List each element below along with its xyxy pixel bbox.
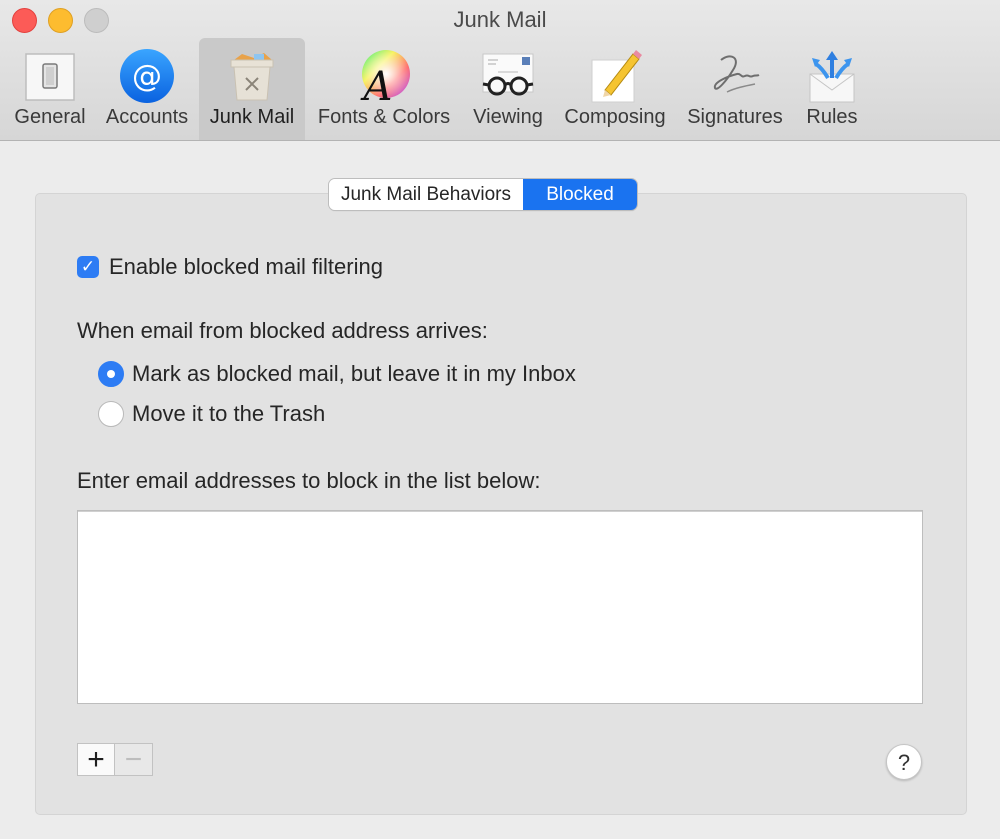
window-title: Junk Mail — [453, 7, 547, 32]
tab-blocked[interactable]: Blocked — [523, 179, 637, 210]
preferences-toolbar: General @ Accounts Junk Mail A Fonts & C… — [0, 38, 1000, 140]
toolbar-item-fonts-colors[interactable]: A Fonts & Colors — [310, 38, 458, 140]
toolbar-item-label: Junk Mail — [209, 106, 295, 128]
tab-junk-mail-behaviors[interactable]: Junk Mail Behaviors — [329, 179, 523, 210]
blocked-addresses-list[interactable] — [77, 510, 923, 704]
signature-icon — [713, 55, 760, 93]
glasses-icon — [482, 53, 534, 96]
toolbar-item-label: General — [14, 106, 86, 128]
at-sign-icon: @ — [120, 49, 174, 103]
remove-address-button: − — [115, 743, 153, 776]
blocked-list-label: Enter email addresses to block in the li… — [77, 468, 541, 493]
toolbar-item-junk-mail[interactable]: Junk Mail — [199, 38, 305, 140]
junk-bin-icon — [230, 53, 274, 101]
window-titlebar: Junk Mail General @ Accounts Junk Mail A… — [0, 0, 1000, 141]
blocked-action-heading: When email from blocked address arrives: — [77, 318, 488, 343]
add-address-button[interactable]: + — [77, 743, 115, 776]
radio-label: Mark as blocked mail, but leave it in my… — [132, 361, 576, 386]
font-color-wheel-icon: A — [360, 50, 410, 104]
general-switch-icon — [25, 53, 75, 101]
toolbar-item-composing[interactable]: Composing — [558, 38, 672, 140]
toolbar-item-label: Accounts — [105, 106, 189, 128]
radio-move-to-trash[interactable] — [98, 401, 124, 427]
add-remove-controls: + − — [77, 743, 153, 776]
pencil-paper-icon — [591, 50, 642, 103]
envelope-arrows-icon — [809, 51, 855, 103]
junk-mail-tabs: Junk Mail Behaviors Blocked — [329, 179, 637, 210]
toolbar-item-label: Rules — [806, 106, 858, 128]
toolbar-item-label: Composing — [564, 106, 666, 128]
radio-label: Move it to the Trash — [132, 401, 326, 426]
toolbar-item-viewing[interactable]: Viewing — [463, 38, 553, 140]
help-button[interactable]: ? — [886, 744, 922, 780]
svg-text:A: A — [360, 64, 393, 104]
toolbar-item-label: Viewing — [473, 106, 543, 128]
radio-option-move-to-trash[interactable]: Move it to the Trash — [98, 401, 325, 427]
toolbar-item-signatures[interactable]: Signatures — [680, 38, 790, 140]
enable-blocked-filtering-label: Enable blocked mail filtering — [109, 254, 383, 279]
radio-option-mark-blocked[interactable]: Mark as blocked mail, but leave it in my… — [98, 361, 576, 387]
enable-blocked-filtering-checkbox[interactable]: ✓ — [77, 256, 99, 278]
radio-mark-blocked[interactable] — [98, 361, 124, 387]
toolbar-item-label: Signatures — [687, 106, 783, 128]
toolbar-item-rules[interactable]: Rules — [797, 38, 867, 140]
enable-blocked-filtering-row[interactable]: ✓ Enable blocked mail filtering — [77, 254, 383, 280]
toolbar-item-general[interactable]: General — [6, 38, 94, 140]
blocked-settings-panel — [35, 193, 967, 815]
toolbar-item-accounts[interactable]: @ Accounts — [100, 38, 194, 140]
svg-text:@: @ — [132, 59, 162, 94]
toolbar-item-label: Fonts & Colors — [317, 106, 451, 128]
